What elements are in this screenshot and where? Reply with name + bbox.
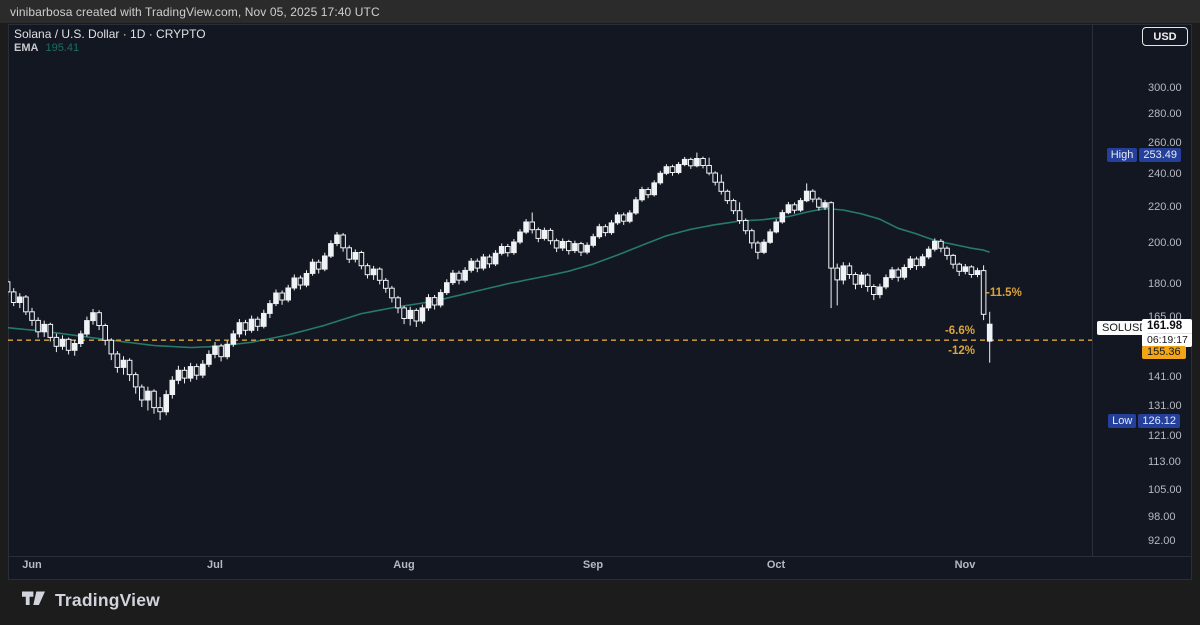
price-tick-label: 113.00 [1148, 456, 1181, 468]
tradingview-logo[interactable]: TradingView [22, 586, 160, 614]
currency-toggle-button[interactable]: USD [1142, 27, 1188, 46]
drop-percent-annotation: -11.5% [986, 287, 1022, 299]
month-tick-label: Nov [935, 559, 995, 571]
month-tick-label: Oct [746, 559, 806, 571]
high-badge-label: High [1107, 148, 1138, 162]
price-tick-label: 141.00 [1148, 371, 1182, 383]
price-tick-label: 131.00 [1148, 400, 1182, 412]
price-tick-label: 92.00 [1148, 535, 1176, 547]
price-tick-label: 105.00 [1148, 484, 1182, 496]
currency-toggle-label: USD [1153, 31, 1176, 43]
month-tick-label: Sep [563, 559, 623, 571]
bar-countdown: 06:19:17 [1147, 333, 1192, 346]
low-percent-annotation: -12% [948, 345, 975, 357]
chart-canvas[interactable] [0, 0, 1200, 625]
price-tick-label: 180.00 [1148, 278, 1182, 290]
tradingview-logo-text: TradingView [55, 590, 160, 611]
last-price-badge: 161.98 06:19:17 [1142, 319, 1192, 347]
ema-legend[interactable]: EMA 195.41 [14, 42, 79, 54]
high-price-badge: High 253.49 [1107, 148, 1181, 162]
month-tick-label: Jun [2, 559, 62, 571]
ema-legend-label: EMA [14, 42, 38, 54]
month-tick-label: Aug [374, 559, 434, 571]
price-tick-label: 121.00 [1148, 430, 1182, 442]
level-price-badge: 155.36 [1142, 346, 1186, 359]
symbol-legend[interactable]: Solana / U.S. Dollar · 1D · CRYPTO [14, 27, 206, 41]
month-tick-label: Jul [185, 559, 245, 571]
price-tick-label: 220.00 [1148, 201, 1182, 213]
last-price-value: 161.98 [1147, 320, 1192, 333]
low-badge-label: Low [1108, 414, 1136, 428]
level-percent-annotation: -6.6% [945, 325, 975, 337]
price-tick-label: 300.00 [1148, 82, 1182, 94]
high-badge-value: 253.49 [1139, 148, 1181, 162]
price-tick-label: 240.00 [1148, 168, 1182, 180]
price-tick-label: 280.00 [1148, 108, 1182, 120]
price-tick-label: 98.00 [1148, 511, 1176, 523]
ema-legend-value: 195.41 [45, 42, 79, 54]
low-price-badge: Low 126.12 [1108, 414, 1180, 428]
price-tick-label: 200.00 [1148, 237, 1182, 249]
low-badge-value: 126.12 [1138, 414, 1180, 428]
tradingview-screenshot: vinibarbosa created with TradingView.com… [0, 0, 1200, 625]
tradingview-logo-icon [22, 590, 45, 610]
